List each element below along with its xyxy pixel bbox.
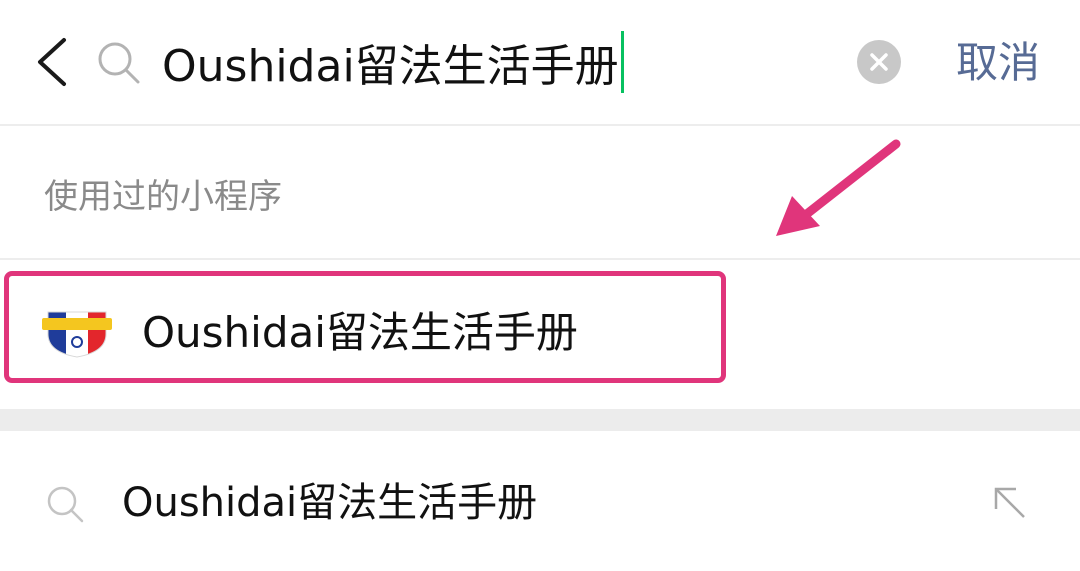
suggestion-text: Oushidai留法生活手册 <box>122 480 538 526</box>
divider <box>0 258 1080 260</box>
search-input[interactable]: Oushidai留法生活手册 <box>162 30 624 94</box>
cancel-button[interactable]: 取消 <box>956 36 1040 90</box>
suggestion-search-icon <box>47 486 84 523</box>
arrow-annotation-icon <box>776 139 901 236</box>
fill-arrow-icon[interactable] <box>990 483 1030 523</box>
back-icon[interactable] <box>30 34 76 90</box>
divider <box>0 124 1080 126</box>
text-caret <box>620 31 624 93</box>
search-suggestion-row[interactable]: Oushidai留法生活手册 <box>0 431 1080 571</box>
search-bar: Oushidai留法生活手册 取消 <box>0 0 1080 125</box>
clear-button[interactable] <box>857 40 901 84</box>
section-title: 使用过的小程序 <box>44 177 282 217</box>
miniprogram-item[interactable]: Oushidai留法生活手册 <box>0 261 1080 409</box>
miniprogram-name: Oushidai留法生活手册 <box>142 308 578 357</box>
section-separator <box>0 409 1080 431</box>
clear-icon <box>870 53 888 71</box>
miniprogram-logo <box>42 311 112 358</box>
search-query-text: Oushidai留法生活手册 <box>162 41 619 92</box>
search-icon <box>98 42 140 84</box>
